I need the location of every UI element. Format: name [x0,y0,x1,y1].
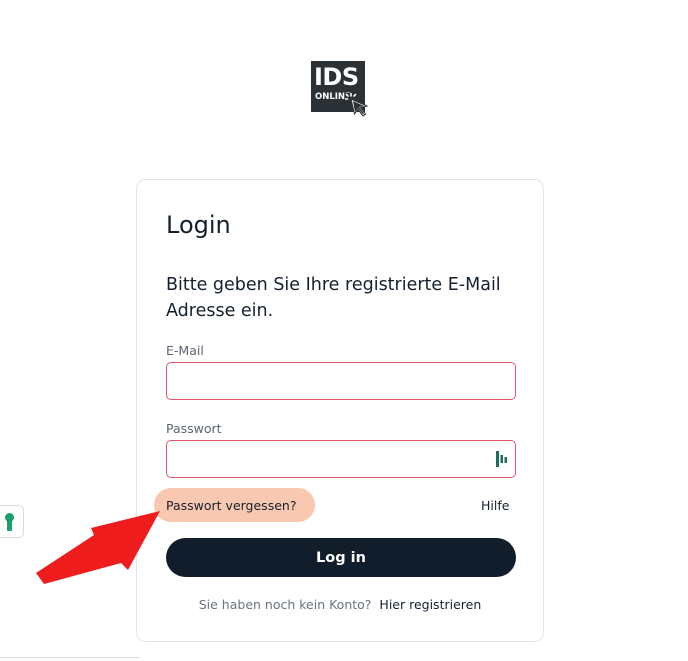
divider [0,657,140,658]
green-keyhole-icon [5,513,14,531]
register-prompt: Sie haben noch kein Konto? Hier registri… [137,597,543,612]
login-button[interactable]: Log in [166,538,516,577]
red-arrow-annotation-icon [36,511,160,584]
password-manager-icon[interactable] [496,451,508,467]
register-link[interactable]: Hier registrieren [379,597,481,612]
logo-text: IDS [314,63,359,91]
help-link[interactable]: Hilfe [481,498,509,513]
ids-online-logo: IDS ONLINE [311,61,369,117]
login-instructions: Bitte geben Sie Ihre registrierte E-Mail… [166,275,501,321]
email-field[interactable] [166,362,516,400]
forgot-password-link[interactable]: Passwort vergessen? [166,498,296,513]
no-account-text: Sie haben noch kein Konto? [198,597,372,612]
cursor-click-icon [345,93,369,117]
password-label: Passwort [166,421,222,436]
page-title: Login [166,211,231,239]
password-field[interactable] [166,440,516,478]
email-label: E-Mail [166,343,204,358]
side-tab-widget[interactable] [0,505,24,538]
login-card: Login Bitte geben Sie Ihre registrierte … [136,179,544,642]
